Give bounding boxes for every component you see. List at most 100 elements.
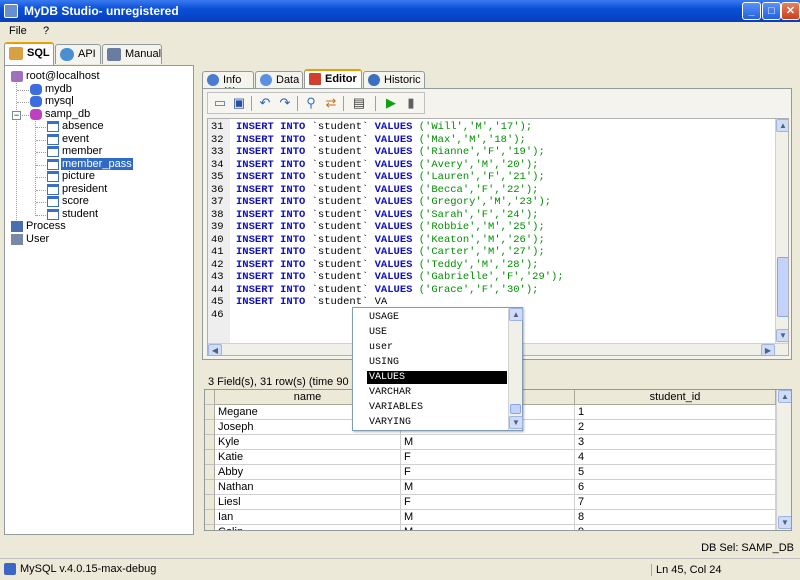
autocomplete-item[interactable]: user bbox=[367, 341, 395, 354]
table-cell[interactable]: Katie bbox=[215, 450, 401, 465]
editor-toolbar: ▭ ▣ ↶ ↷ ⚲ ⇄ ▤ ▶ ▮ bbox=[207, 92, 425, 114]
open-icon[interactable]: ▭ bbox=[211, 95, 229, 112]
autocomplete-item[interactable]: VARYING bbox=[367, 416, 413, 429]
table-cell[interactable]: 2 bbox=[575, 420, 776, 435]
row-indicator[interactable] bbox=[205, 510, 215, 525]
sql-identifier: `student` bbox=[305, 208, 375, 221]
run-icon[interactable]: ▶ bbox=[382, 95, 400, 112]
minimize-button[interactable]: _ bbox=[742, 2, 761, 20]
table-cell[interactable]: M bbox=[401, 480, 575, 495]
tab-api[interactable]: API bbox=[55, 44, 101, 64]
menu-file[interactable]: File bbox=[9, 25, 27, 37]
server-icon bbox=[11, 71, 23, 82]
scroll-thumb[interactable] bbox=[510, 404, 521, 414]
autocomplete-scrollbar[interactable]: ▲ ▼ bbox=[508, 308, 523, 430]
table-cell[interactable]: 1 bbox=[575, 405, 776, 420]
table-cell[interactable]: F bbox=[401, 450, 575, 465]
menu-help[interactable]: ? bbox=[43, 25, 49, 37]
collapse-toggle[interactable]: − bbox=[12, 111, 21, 120]
table-cell[interactable]: M bbox=[401, 510, 575, 525]
scroll-down-icon[interactable]: ▼ bbox=[509, 416, 523, 429]
sql-keyword: INSERT INTO bbox=[236, 171, 306, 183]
editor-vscrollbar[interactable]: ▲ ▼ bbox=[775, 119, 788, 343]
scroll-down-icon[interactable]: ▼ bbox=[776, 329, 788, 342]
table-cell[interactable]: Abby bbox=[215, 465, 401, 480]
line-number: 40 bbox=[211, 233, 224, 246]
table-cell[interactable]: 3 bbox=[575, 435, 776, 450]
row-indicator[interactable] bbox=[205, 405, 215, 420]
row-indicator[interactable] bbox=[205, 465, 215, 480]
table-cell[interactable]: F bbox=[401, 495, 575, 510]
run-step-icon[interactable]: ▮ bbox=[402, 95, 420, 112]
row-indicator[interactable] bbox=[205, 525, 215, 530]
find-icon[interactable]: ⚲ bbox=[302, 95, 320, 112]
table-cell[interactable]: Colin bbox=[215, 525, 401, 530]
table-cell[interactable]: Nathan bbox=[215, 480, 401, 495]
save-icon[interactable]: ▣ bbox=[230, 95, 248, 112]
sql-keyword: INSERT INTO bbox=[236, 246, 306, 258]
table-cell[interactable]: 8 bbox=[575, 510, 776, 525]
table-cell[interactable]: M bbox=[401, 525, 575, 530]
row-indicator[interactable] bbox=[205, 480, 215, 495]
replace-icon[interactable]: ⇄ bbox=[322, 95, 340, 112]
autocomplete-item[interactable]: VARCHAR bbox=[367, 386, 413, 399]
tab-data-label: Data bbox=[276, 74, 300, 86]
table-cell[interactable]: Kyle bbox=[215, 435, 401, 450]
redo-icon[interactable]: ↷ bbox=[276, 95, 294, 112]
table-cell[interactable]: M bbox=[401, 435, 575, 450]
sql-keyword: INSERT INTO bbox=[236, 183, 306, 196]
table-cell[interactable]: F bbox=[401, 465, 575, 480]
format-icon[interactable]: ▤ bbox=[350, 95, 368, 112]
table-cell[interactable]: 5 bbox=[575, 465, 776, 480]
tab-historic[interactable]: Historic bbox=[363, 71, 425, 89]
autocomplete-item[interactable]: USE bbox=[367, 326, 389, 339]
autocomplete-item[interactable]: USAGE bbox=[367, 311, 401, 324]
grid-vscrollbar[interactable]: ▲ ▼ bbox=[776, 390, 791, 530]
sql-keyword: INSERT INTO bbox=[236, 208, 306, 221]
undo-icon[interactable]: ↶ bbox=[256, 95, 274, 112]
autocomplete-item[interactable]: VALUES bbox=[367, 371, 507, 384]
tab-data[interactable]: Data bbox=[255, 71, 303, 89]
maximize-button[interactable]: □ bbox=[762, 2, 781, 20]
table-cell[interactable]: 7 bbox=[575, 495, 776, 510]
column-header-student-id[interactable]: student_id bbox=[575, 390, 776, 405]
sql-values: ('Avery','M','20'); bbox=[412, 158, 539, 171]
scroll-thumb[interactable] bbox=[777, 257, 788, 317]
sql-keyword: INSERT INTO bbox=[236, 233, 306, 246]
line-number: 44 bbox=[211, 283, 224, 296]
sql-values: ('Rianne','F','19'); bbox=[412, 146, 545, 158]
sql-values: ('Keaton','M','26'); bbox=[412, 233, 545, 246]
scroll-up-icon[interactable]: ▲ bbox=[778, 390, 791, 403]
scroll-up-icon[interactable]: ▲ bbox=[776, 119, 788, 132]
line-number: 39 bbox=[211, 221, 224, 233]
tab-manual[interactable]: Manual bbox=[102, 44, 162, 64]
sql-identifier: `student` bbox=[305, 146, 375, 158]
line-number: 41 bbox=[211, 246, 224, 258]
tab-api-label: API bbox=[78, 48, 96, 60]
table-cell[interactable]: 6 bbox=[575, 480, 776, 495]
autocomplete-item[interactable]: USING bbox=[367, 356, 401, 369]
user-icon bbox=[11, 234, 23, 245]
close-button[interactable]: ✕ bbox=[781, 2, 800, 20]
row-indicator[interactable] bbox=[205, 420, 215, 435]
tab-info[interactable]: Info (8) bbox=[202, 71, 254, 98]
scroll-left-icon[interactable]: ◀ bbox=[208, 344, 222, 355]
row-indicator[interactable] bbox=[205, 450, 215, 465]
autocomplete-item[interactable]: VARIABLES bbox=[367, 401, 425, 414]
tab-sql[interactable]: SQL bbox=[4, 42, 54, 65]
history-icon bbox=[368, 74, 380, 86]
table-cell[interactable]: 4 bbox=[575, 450, 776, 465]
database-icon bbox=[30, 96, 42, 107]
tab-editor[interactable]: Editor bbox=[304, 69, 362, 90]
sql-keyword: VALUES bbox=[374, 121, 413, 133]
row-indicator[interactable] bbox=[205, 495, 215, 510]
table-cell[interactable]: Ian bbox=[215, 510, 401, 525]
sql-keyword: INSERT INTO bbox=[236, 146, 306, 158]
table-cell[interactable]: 9 bbox=[575, 525, 776, 530]
table-cell[interactable]: Liesl bbox=[215, 495, 401, 510]
scroll-right-icon[interactable]: ▶ bbox=[761, 344, 775, 355]
scroll-down-icon[interactable]: ▼ bbox=[778, 516, 791, 529]
row-indicator[interactable] bbox=[205, 435, 215, 450]
scroll-up-icon[interactable]: ▲ bbox=[509, 308, 523, 321]
api-icon bbox=[60, 48, 74, 61]
